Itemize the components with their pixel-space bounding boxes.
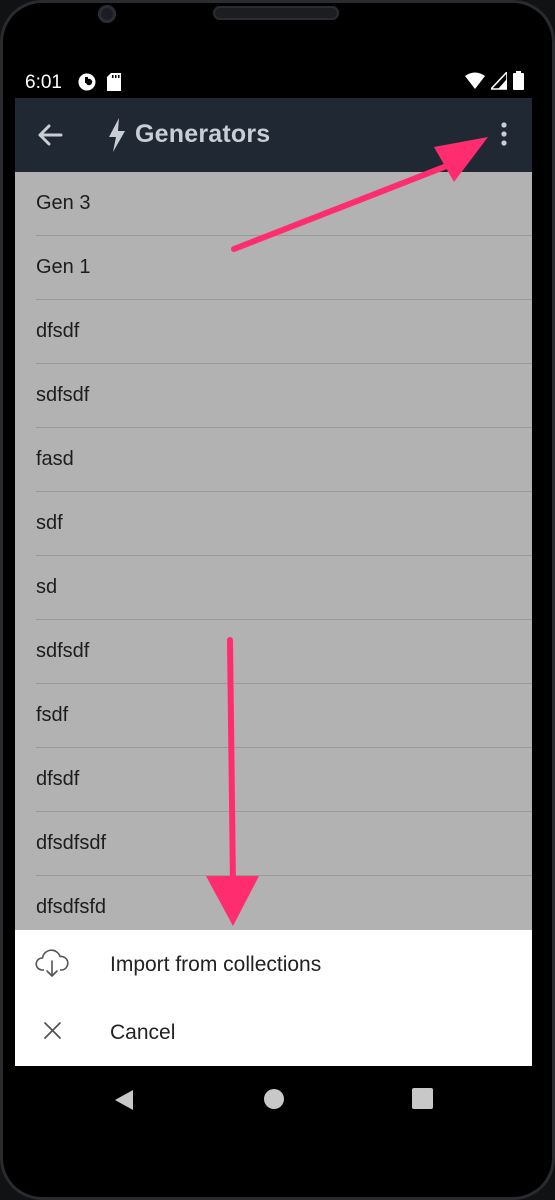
list-item[interactable]: sd	[36, 556, 532, 620]
status-bar: 6:01	[15, 64, 532, 98]
cell-signal-icon	[491, 71, 507, 90]
lightning-bolt-icon	[109, 118, 125, 152]
sd-card-icon	[107, 73, 121, 91]
list-item[interactable]: dfsdfsfd	[36, 876, 532, 930]
list-item[interactable]: sdf	[36, 492, 532, 556]
list-item[interactable]: Gen 3	[36, 172, 532, 236]
nav-back-icon[interactable]	[113, 1088, 135, 1112]
cloud-download-icon	[35, 949, 69, 977]
wifi-icon	[465, 72, 485, 89]
system-nav-bar	[15, 1066, 532, 1130]
phone-frame: 6:01 Generators Gen 3 Gen 1 dfsdf sdfsdf…	[0, 0, 555, 1200]
cancel-label: Cancel	[110, 1021, 176, 1044]
list-item-label: Gen 1	[36, 256, 91, 278]
list-item-label: sdfsdf	[36, 640, 90, 662]
list-item[interactable]: Gen 1	[36, 236, 532, 300]
list-item-label: dfsdfsfd	[36, 896, 107, 918]
list-item[interactable]: fsdf	[36, 684, 532, 748]
status-time: 6:01	[25, 72, 62, 93]
list-item-label: dfsdf	[36, 768, 80, 790]
list-item-label: sdf	[36, 512, 63, 534]
list-item-label: fsdf	[36, 704, 69, 726]
earpiece-speaker	[213, 6, 339, 20]
screen: 6:01 Generators Gen 3 Gen 1 dfsdf sdfsdf…	[15, 64, 532, 1130]
list-item[interactable]: dfsdf	[36, 300, 532, 364]
list-item[interactable]: dfsdf	[36, 748, 532, 812]
list-item-label: dfsdf	[36, 320, 80, 342]
list-item[interactable]: dfsdfsdf	[36, 812, 532, 876]
import-from-collections-button[interactable]: Import from collections	[15, 930, 532, 998]
bottom-sheet: Import from collections Cancel	[15, 930, 532, 1066]
list-item-label: Gen 3	[36, 192, 91, 214]
list-item-label: sd	[36, 576, 58, 598]
list-item[interactable]: sdfsdf	[36, 364, 532, 428]
list-item-label: sdfsdf	[36, 384, 90, 406]
generators-list: Gen 3 Gen 1 dfsdf sdfsdf fasd sdf sd sdf…	[15, 172, 532, 930]
data-saver-icon	[78, 73, 96, 91]
list-item-label: dfsdfsdf	[36, 832, 107, 854]
nav-recents-icon[interactable]	[412, 1088, 433, 1109]
front-camera	[98, 5, 116, 23]
app-bar: Generators	[15, 98, 532, 172]
nav-home-icon[interactable]	[263, 1088, 285, 1110]
import-label: Import from collections	[110, 953, 322, 976]
arrow-left-icon[interactable]	[35, 120, 65, 150]
list-item[interactable]: fasd	[36, 428, 532, 492]
page-title: Generators	[135, 120, 271, 148]
cancel-button[interactable]: Cancel	[15, 998, 532, 1066]
close-icon	[44, 1022, 61, 1039]
more-vertical-icon[interactable]	[493, 120, 515, 150]
list-item[interactable]: sdfsdf	[36, 620, 532, 684]
list-item-label: fasd	[36, 448, 74, 470]
battery-icon	[513, 71, 524, 90]
